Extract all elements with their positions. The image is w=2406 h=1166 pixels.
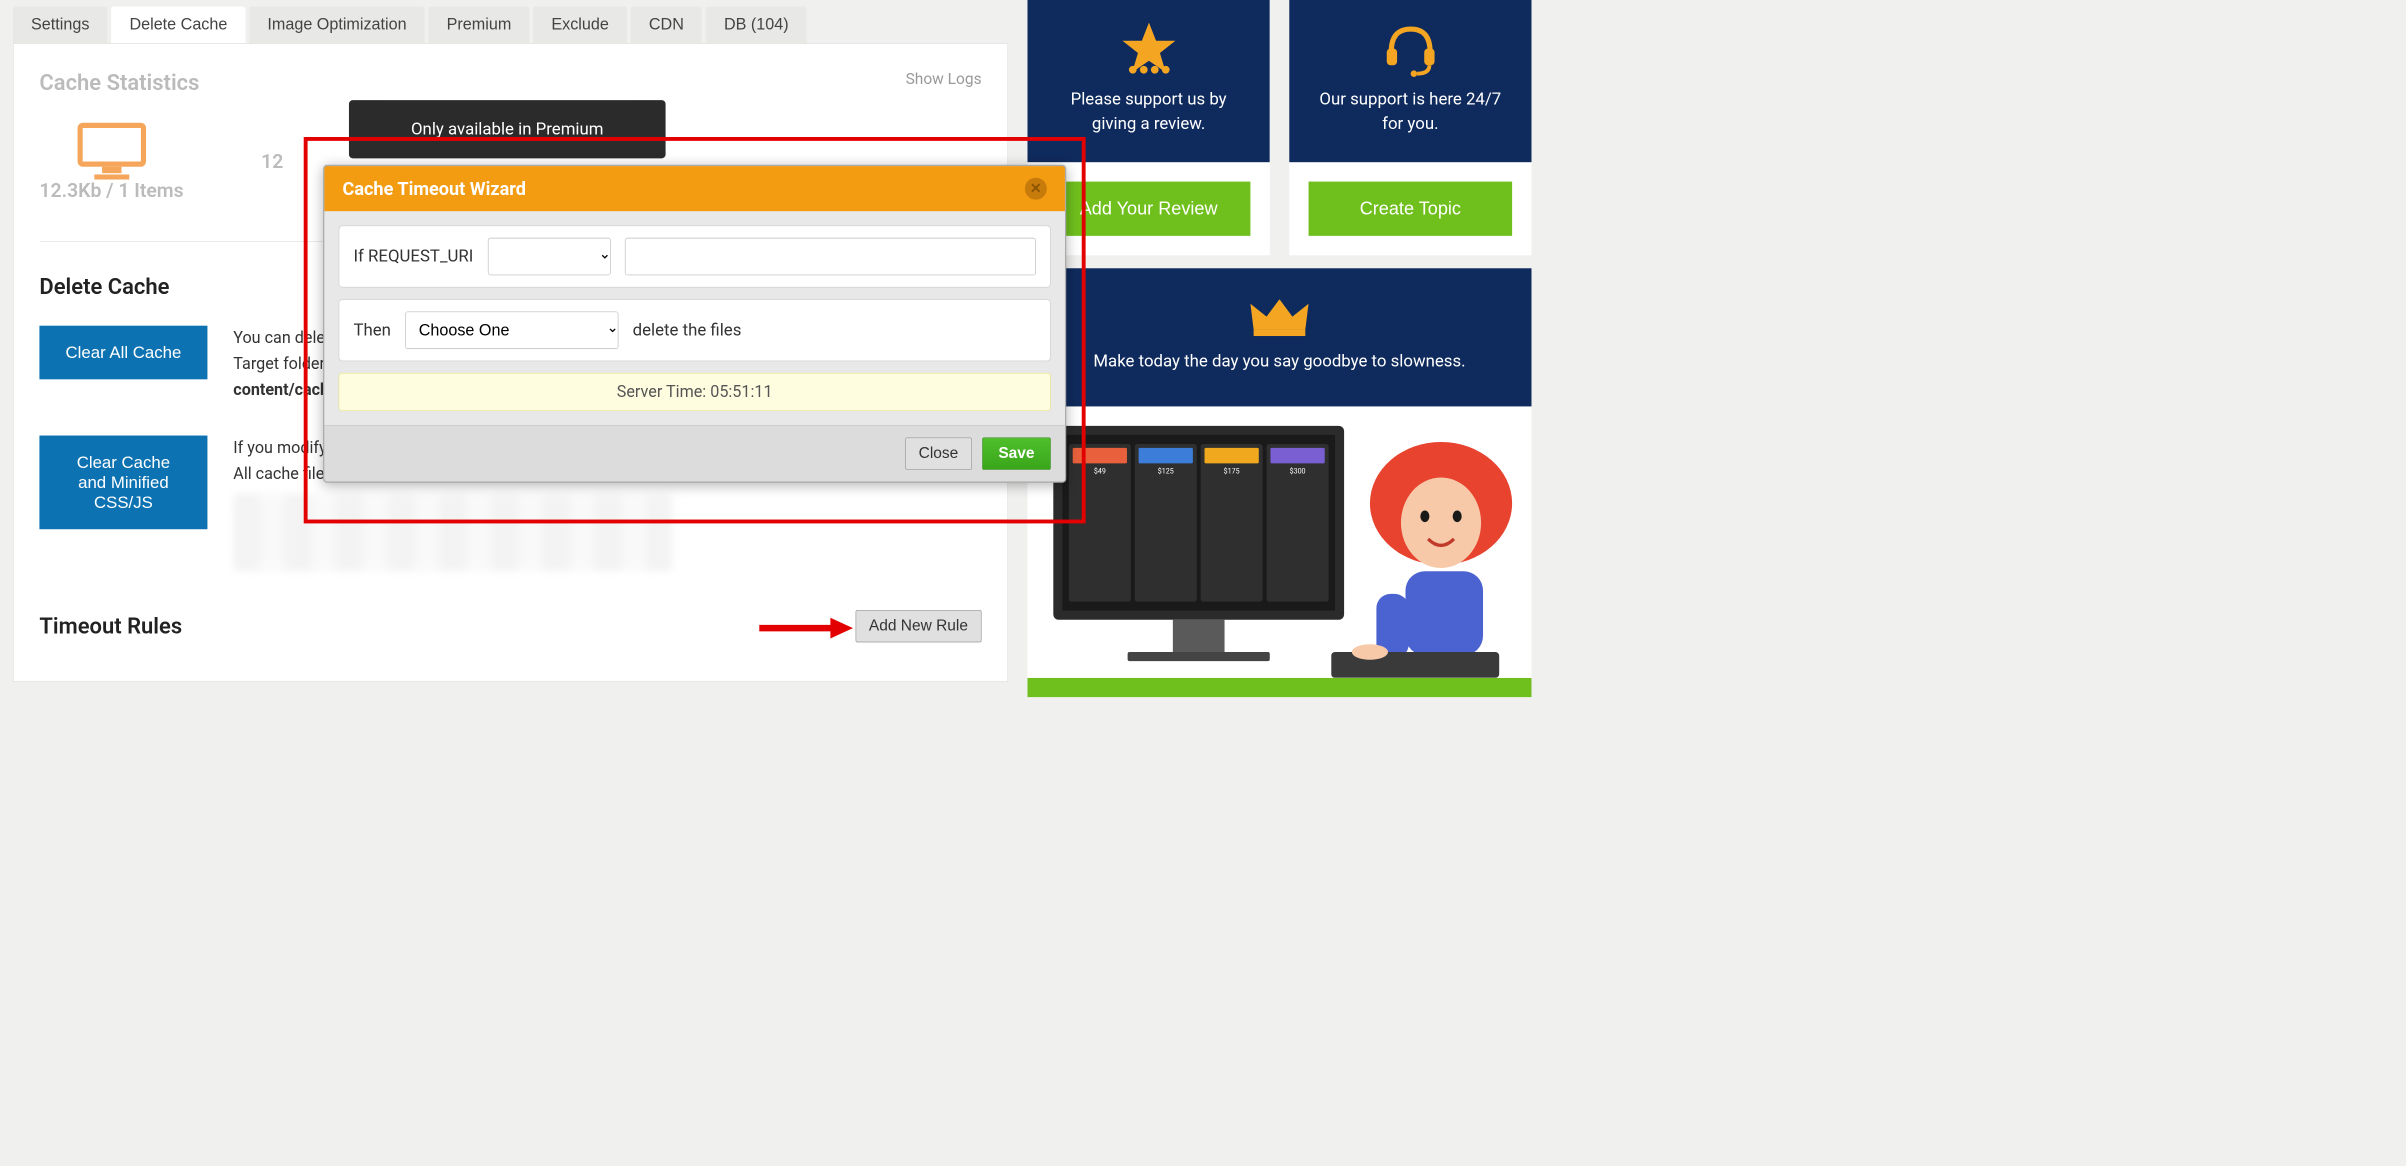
if-operator-select[interactable] [488, 238, 611, 275]
tabs-row: Settings Delete Cache Image Optimization… [13, 0, 1008, 43]
tab-db[interactable]: DB (104) [706, 6, 807, 43]
tab-premium[interactable]: Premium [429, 6, 530, 43]
support-card: Our support is here 24/7 for you. Create… [1289, 0, 1531, 255]
then-label: Then [353, 321, 390, 340]
support-text: Our support is here 24/7 for you. [1309, 88, 1513, 137]
stat-second-value: 12 [261, 151, 283, 174]
stat-desktop: 12.3Kb / 1 Items [39, 121, 183, 202]
tab-exclude[interactable]: Exclude [533, 6, 627, 43]
then-rule-block: Then Choose One delete the files [339, 299, 1051, 361]
star-icon [1120, 19, 1178, 77]
plan-price-2: $175 [1224, 467, 1240, 475]
server-time-value: 05:51:11 [710, 383, 772, 402]
premium-text: Make today the day you say goodbye to sl… [1047, 350, 1512, 374]
modal-save-button[interactable]: Save [982, 437, 1051, 469]
tab-cdn[interactable]: CDN [631, 6, 702, 43]
plan-price-3: $300 [1290, 467, 1306, 475]
cache-timeout-wizard-modal: Cache Timeout Wizard ✕ If REQUEST_URI Th… [323, 165, 1066, 483]
create-topic-button[interactable]: Create Topic [1309, 182, 1513, 236]
plan-price-0: $49 [1094, 467, 1106, 475]
arrow-right-icon [756, 615, 853, 641]
if-label: If REQUEST_URI [353, 247, 473, 266]
review-text: Please support us by giving a review. [1047, 88, 1251, 137]
tab-image-optimization[interactable]: Image Optimization [249, 6, 424, 43]
if-rule-block: If REQUEST_URI [339, 226, 1051, 288]
person-illustration [1331, 432, 1525, 678]
server-time: Server Time: 05:51:11 [339, 373, 1051, 411]
if-value-input[interactable] [625, 238, 1036, 275]
premium-promo-card: Make today the day you say goodbye to sl… [1027, 268, 1531, 697]
clear-cache-minified-button[interactable]: Clear Cache and Minified CSS/JS [39, 436, 207, 530]
crown-icon [1247, 294, 1312, 339]
modal-close-icon[interactable]: ✕ [1025, 178, 1047, 200]
clear-all-line2: Target folder [233, 355, 325, 374]
monitor-illustration: $49 $125 $175 $300 [1053, 426, 1344, 661]
tab-delete-cache[interactable]: Delete Cache [111, 6, 245, 43]
cache-statistics-title: Cache Statistics [39, 70, 981, 96]
desktop-icon [76, 121, 147, 179]
timeout-rules-title: Timeout Rules [39, 613, 182, 639]
add-new-rule-button[interactable]: Add New Rule [855, 610, 981, 642]
blurred-text [233, 494, 672, 572]
plan-price-1: $125 [1158, 467, 1174, 475]
premium-tooltip: Only available in Premium [349, 100, 666, 158]
then-interval-select[interactable]: Choose One [405, 311, 618, 348]
headset-icon [1381, 19, 1439, 77]
green-strip [1027, 678, 1531, 697]
modal-title-text: Cache Timeout Wizard [342, 178, 525, 199]
add-review-button[interactable]: Add Your Review [1047, 182, 1251, 236]
server-time-label: Server Time: [617, 383, 710, 402]
clear-all-cache-button[interactable]: Clear All Cache [39, 326, 207, 380]
stat-second: 12 [261, 151, 283, 174]
tab-settings[interactable]: Settings [13, 6, 108, 43]
modal-close-button[interactable]: Close [905, 437, 972, 469]
promo-image: $49 $125 $175 $300 [1027, 407, 1531, 678]
show-logs-link[interactable]: Show Logs [906, 70, 982, 88]
delete-files-label: delete the files [633, 321, 742, 340]
stat-desktop-value: 12.3Kb / 1 Items [39, 180, 183, 203]
